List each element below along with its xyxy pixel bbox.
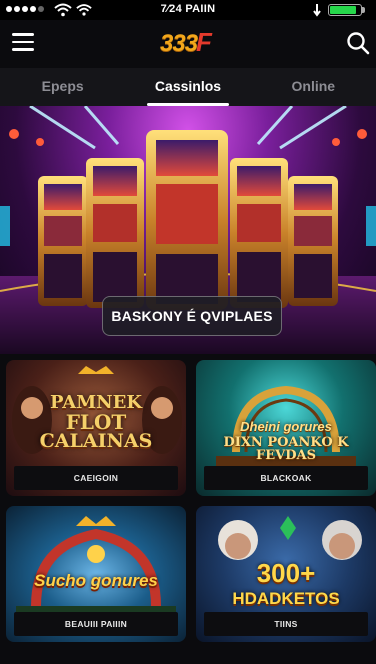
- battery-tip: [362, 7, 365, 13]
- category-tabs: Epeps Cassinlos Online: [0, 68, 376, 106]
- game-card[interactable]: Dheini gorures DIXN POANKO K FEVDAS BLAC…: [196, 360, 376, 496]
- game-card-label: BLACKOAK: [204, 466, 368, 490]
- game-card-label: BEAUIII PAIIIN: [14, 612, 178, 636]
- game-art-title: Dheini gorures: [240, 419, 332, 434]
- tab-online[interactable]: Online: [251, 68, 376, 106]
- game-art-title: 300+: [256, 558, 316, 588]
- game-art-subtitle: HDADKETOS: [232, 589, 340, 608]
- game-card[interactable]: PAMNEK FLOT CALAINAS CAEIGOIN: [6, 360, 186, 496]
- game-art-title: Sucho gonures: [34, 571, 158, 590]
- hero-cta-button[interactable]: BASKONY É QVIPLAES: [102, 296, 282, 336]
- status-bar: 7⁄24 PAIIN: [0, 0, 376, 20]
- game-art-title-line: CALAINAS: [39, 430, 153, 452]
- game-art-subtitle: DIXN POANKO K FEVDAS: [223, 435, 349, 463]
- logo-letter: F: [196, 27, 212, 57]
- tab-cassinlos[interactable]: Cassinlos: [125, 68, 250, 106]
- brand-logo[interactable]: 333 F: [160, 27, 212, 58]
- tab-epeps[interactable]: Epeps: [0, 68, 125, 106]
- hamburger-menu-icon[interactable]: [12, 33, 34, 53]
- search-icon[interactable]: [346, 31, 370, 55]
- battery-icon: [328, 4, 362, 16]
- game-card-label: CAEIGOIN: [14, 466, 178, 490]
- game-card-label: TIINS: [204, 612, 368, 636]
- game-grid: PAMNEK FLOT CALAINAS CAEIGOIN Dheini gor…: [0, 354, 376, 664]
- logo-number: 333: [160, 30, 198, 57]
- game-card[interactable]: 300+ HDADKETOS TIINS: [196, 506, 376, 642]
- app-header: 333 F: [0, 20, 376, 68]
- location-arrow-icon: [313, 4, 321, 17]
- game-card[interactable]: Sucho gonures BEAUIII PAIIIN: [6, 506, 186, 642]
- game-art-title: PAMNEK FLOT CALAINAS: [6, 394, 186, 451]
- game-art-title-line: FLOT: [65, 410, 127, 434]
- battery-level: [330, 6, 356, 14]
- hero-banner: BASKONY É QVIPLAES: [0, 106, 376, 354]
